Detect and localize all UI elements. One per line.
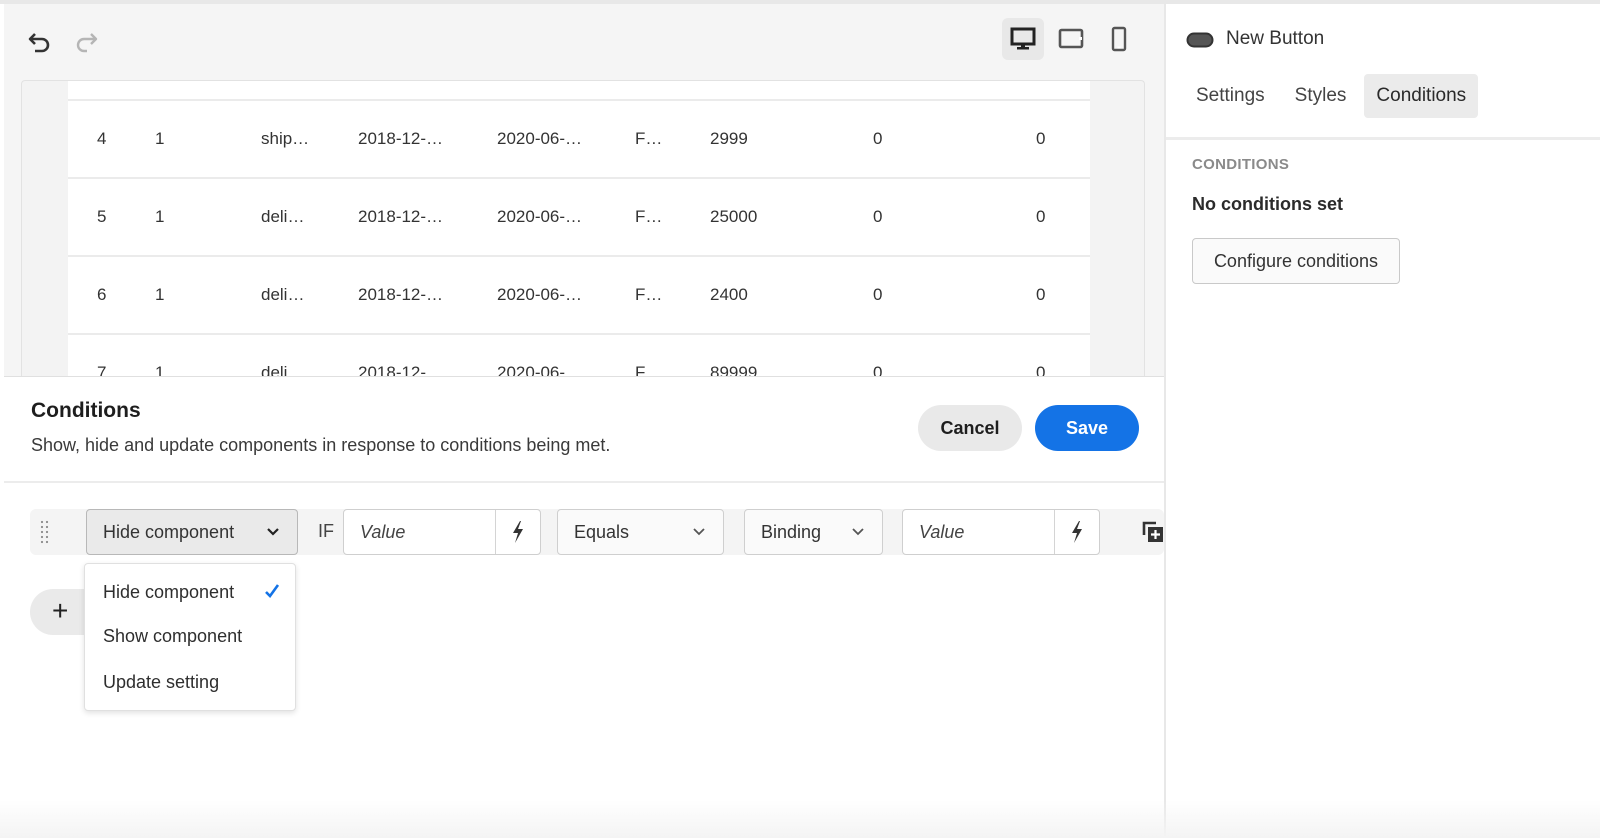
table-cell: 0 [873,129,883,148]
drag-handle-icon [40,520,49,544]
table-cell: 2018-12-… [358,129,444,148]
right-value-field [902,509,1100,555]
conditions-subtitle: Show, hide and update components in resp… [31,435,611,455]
save-button[interactable]: Save [1035,405,1139,451]
duplicate-icon [1142,521,1163,542]
tab-conditions[interactable]: Conditions [1364,74,1479,118]
value-type-select[interactable]: Binding [744,509,883,555]
table-cell: 25000 [710,207,758,226]
lightning-icon [1072,521,1082,543]
dropdown-option-label: Update setting [103,671,220,692]
conditions-header: Conditions Show, hide and update compone… [4,377,1164,483]
dropdown-option-label: Show component [103,625,243,646]
table-cell: 2020-06-… [497,207,583,226]
right-value-input[interactable] [903,510,1055,554]
chevron-down-icon [852,528,864,536]
operator-select[interactable]: Equals [557,509,724,555]
condition-row: Hide component IF Equals Binding [30,509,1164,555]
device-desktop-button[interactable] [1002,18,1044,60]
table-cell: 1 [155,207,165,226]
table-cell: 2020-06-… [497,129,583,148]
tab-settings[interactable]: Settings [1184,74,1277,118]
duplicate-condition-button[interactable] [1142,521,1164,548]
table-cell: 6 [97,285,107,304]
conditions-editor: Conditions Show, hide and update compone… [4,376,1164,838]
table-cell: 2018-12-… [358,207,444,226]
tab-styles[interactable]: Styles [1283,74,1359,118]
drag-handle[interactable] [38,519,52,545]
tablet-icon [1058,28,1084,49]
table-cell: 2020-06-… [497,285,583,304]
table-cell: deli… [261,285,305,304]
table-cell: 2018-12-… [358,285,444,304]
table-cell: 0 [873,285,883,304]
mobile-icon [1111,26,1127,52]
value-type-select-value: Binding [761,521,822,542]
right-binding-button[interactable] [1055,510,1099,554]
dropdown-option-show-component[interactable]: Show component [85,614,295,658]
app-root: 4 1 ship… 2018-12-… 2020-06-… F… 2999 0 … [0,0,1600,838]
device-mobile-button[interactable] [1098,18,1140,60]
table-cell: 5 [97,207,107,226]
button-component-icon [1186,32,1214,48]
chevron-down-icon [267,528,279,536]
component-name: New Button [1226,28,1325,49]
settings-sidebar: New Button Settings Styles Conditions CO… [1164,4,1600,838]
dropdown-option-hide-component[interactable]: Hide component [85,570,295,614]
sidebar-tabs: Settings Styles Conditions [1184,74,1479,118]
undo-icon [28,33,50,53]
lightning-icon [513,521,523,543]
table-row[interactable]: 7 1 deli… 2018-12-… 2020-06-… F… 89999 0… [68,333,1090,380]
table-body: 4 1 ship… 2018-12-… 2020-06-… F… 2999 0 … [68,81,1090,380]
table-cell: F… [635,129,663,148]
preview-canvas: 4 1 ship… 2018-12-… 2020-06-… F… 2999 0 … [4,4,1164,380]
left-value-field [343,509,541,555]
table-cell: 4 [97,129,107,148]
table-cell: 1 [155,129,165,148]
table-cell: 1 [155,285,165,304]
table-component: 4 1 ship… 2018-12-… 2020-06-… F… 2999 0 … [21,80,1145,380]
left-binding-button[interactable] [496,510,540,554]
table-cell: 0 [1036,129,1046,148]
table-cell: 0 [1036,285,1046,304]
action-dropdown-menu: Hide component Show component Update set… [84,563,296,711]
cancel-button[interactable]: Cancel [918,405,1022,451]
plus-icon: + [52,595,69,626]
table-cell: 2999 [710,129,748,148]
table-cell: F… [635,285,663,304]
checkmark-icon [265,584,280,598]
conditions-section-label: CONDITIONS [1192,156,1290,173]
table-cell: 0 [873,207,883,226]
desktop-icon [1010,27,1036,50]
action-select[interactable]: Hide component [86,509,298,555]
operator-select-value: Equals [574,521,630,542]
undo-button[interactable] [26,28,54,56]
conditions-title: Conditions [31,399,141,422]
device-tablet-button[interactable] [1050,18,1092,60]
table-cell: 2400 [710,285,748,304]
action-select-value: Hide component [103,521,235,542]
table-row[interactable]: 5 1 deli… 2018-12-… 2020-06-… F… 25000 0… [68,177,1090,255]
no-conditions-text: No conditions set [1192,194,1344,214]
device-toggle-group [1002,18,1140,60]
table-row[interactable]: 6 1 deli… 2018-12-… 2020-06-… F… 2400 0 … [68,255,1090,333]
redo-button[interactable] [72,28,100,56]
table-cell: 0 [1036,207,1046,226]
redo-icon [76,33,98,53]
table-cell: F… [635,207,663,226]
dropdown-option-label: Hide component [103,581,235,602]
table-cell: deli… [261,207,305,226]
table-cell: ship… [261,129,310,148]
if-label: IF [318,521,334,541]
configure-conditions-button[interactable]: Configure conditions [1192,238,1400,284]
sidebar-header: New Button Settings Styles Conditions [1166,4,1600,140]
table-row[interactable]: 4 1 ship… 2018-12-… 2020-06-… F… 2999 0 … [68,99,1090,177]
left-value-input[interactable] [344,510,496,554]
chevron-down-icon [693,528,705,536]
dropdown-option-update-setting[interactable]: Update setting [85,660,295,704]
